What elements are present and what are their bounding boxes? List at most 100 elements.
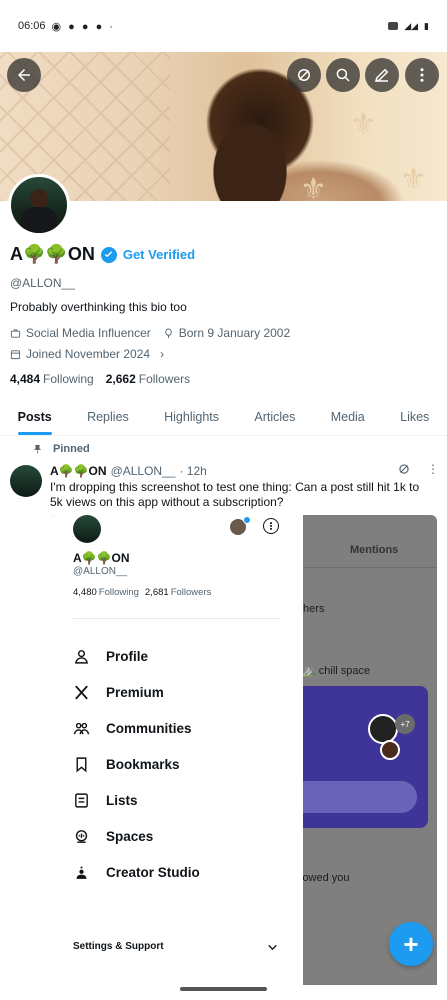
bg-avatar (368, 714, 398, 744)
bookmark-icon (76, 756, 87, 772)
add-account-icon (243, 516, 251, 524)
nfc-icon (388, 22, 399, 30)
post-header: A🌳🌳ON @ALLON__ · 12h (50, 464, 207, 478)
drawer-followers-link[interactable]: 2,681 Followers (145, 587, 211, 598)
menu-item-premium[interactable]: Premium (73, 674, 200, 710)
plus-icon: + (403, 928, 419, 959)
menu-item-label: Creator Studio (106, 864, 200, 880)
profile-name: A🌳🌳ON (10, 244, 95, 264)
pin-icon (33, 444, 42, 454)
drawer-follow-counts: 4,480 Following 2,681 Followers (73, 587, 211, 598)
menu-item-label: Premium (106, 684, 164, 700)
profile-category: Social Media Influencer (26, 326, 151, 340)
pinned-label: Pinned (53, 443, 90, 455)
gesture-nav-bar[interactable] (180, 987, 267, 991)
briefcase-icon (10, 328, 21, 338)
grok-icon (399, 464, 409, 474)
battery-icon: ▮ (424, 20, 429, 31)
profile-joined: Joined November 2024 (26, 347, 151, 361)
creator-studio-icon (76, 865, 87, 879)
search-button[interactable] (326, 58, 360, 92)
arrow-left-icon (18, 69, 30, 81)
drawer-handle: @ALLON__ (73, 566, 128, 577)
tab-articles[interactable]: Articles (237, 400, 313, 435)
post-more-icon[interactable]: ⋮ (427, 462, 439, 476)
bg-text-chill: ⛰️ chill space (302, 664, 370, 677)
tab-media[interactable]: Media (313, 400, 382, 435)
following-link[interactable]: 4,484 Following (10, 372, 94, 386)
following-count: 4,484 (10, 372, 41, 386)
fleur-icon: ⚜ (400, 163, 427, 196)
profile-avatar[interactable] (8, 174, 70, 236)
get-verified-link[interactable]: Get Verified (123, 247, 195, 262)
edit-button[interactable] (365, 58, 399, 92)
drawer-name: A🌳🌳ON (73, 551, 130, 565)
more-vertical-icon (420, 68, 424, 82)
list-icon (75, 792, 88, 808)
status-time: 06:06 (18, 20, 46, 32)
menu-item-lists[interactable]: Lists (73, 782, 200, 818)
compose-post-button[interactable]: + (389, 922, 433, 966)
bg-avatar-count: +7 (395, 714, 415, 734)
status-bar: 06:06 ◉ ● ● ● · ◢◢ ▮ (0, 0, 447, 52)
menu-item-label: Lists (106, 792, 138, 808)
profile-bio: Probably overthinking this bio too (10, 300, 187, 314)
menu-item-bookmarks[interactable]: Bookmarks (73, 746, 200, 782)
settings-support-toggle[interactable]: Settings & Support (73, 941, 164, 952)
bg-join-pill (300, 781, 417, 813)
post-author-name[interactable]: A🌳🌳ON (50, 464, 107, 478)
follow-counts: 4,484 Following 2,662 Followers (10, 372, 190, 386)
balloon-icon (165, 327, 172, 338)
profile-handle: @ALLON__ (10, 276, 75, 290)
person-icon (74, 649, 89, 664)
post-grok-button[interactable] (397, 462, 411, 481)
menu-item-label: Spaces (106, 828, 154, 844)
system-icons: ◢◢ ▮ (384, 21, 429, 32)
following-label: Following (43, 372, 94, 386)
post-avatar[interactable] (10, 465, 42, 497)
drawer-divider (73, 618, 280, 619)
post-text: I'm dropping this screenshot to test one… (50, 480, 420, 509)
drawer-followers-count: 2,681 (144, 587, 169, 598)
pencil-icon (374, 68, 389, 83)
tab-replies[interactable]: Replies (69, 400, 146, 435)
tab-posts[interactable]: Posts (0, 400, 69, 435)
grok-button[interactable] (287, 58, 321, 92)
post-time: · 12h (179, 464, 207, 478)
menu-item-label: Bookmarks (106, 756, 180, 772)
fleur-icon: ⚜ (300, 173, 327, 201)
calendar-icon (10, 349, 21, 359)
fleur-icon: ⚜ (350, 108, 377, 141)
drawer-more-button[interactable] (263, 518, 279, 534)
pinned-indicator: Pinned (32, 443, 90, 455)
profile-birthday: Born 9 January 2002 (178, 326, 291, 340)
menu-item-label: Communities (106, 720, 192, 736)
more-options-button[interactable] (405, 58, 439, 92)
drawer-followers-label: Followers (170, 587, 212, 598)
bg-chill-label: chill space (318, 665, 371, 677)
menu-item-profile[interactable]: Profile (73, 638, 200, 674)
profile-joined-row[interactable]: Joined November 2024 › (10, 347, 164, 361)
followers-count: 2,662 (105, 372, 136, 386)
menu-item-spaces[interactable]: Spaces (73, 818, 200, 854)
menu-item-creator-studio[interactable]: Creator Studio (73, 854, 200, 890)
back-button[interactable] (7, 58, 41, 92)
menu-item-communities[interactable]: Communities (73, 710, 200, 746)
grok-icon (298, 69, 310, 81)
profile-meta: Social Media Influencer Born 9 January 2… (10, 326, 290, 340)
drawer-following-label: Following (98, 587, 139, 598)
notification-icons: ◉ ● ● ● · (51, 20, 115, 33)
drawer-following-link[interactable]: 4,480 Following (73, 587, 139, 598)
drawer-menu: Profile Premium Communities Bookmarks Li… (73, 638, 200, 890)
profile-name-row: A🌳🌳ON Get Verified (10, 244, 195, 265)
more-vertical-icon (269, 522, 273, 530)
drawer-avatar[interactable] (73, 515, 101, 543)
tab-likes[interactable]: Likes (382, 400, 447, 435)
chevron-down-icon[interactable] (266, 941, 279, 959)
tab-highlights[interactable]: Highlights (146, 400, 236, 435)
bg-text-others: thers (300, 603, 325, 615)
followers-link[interactable]: 2,662 Followers (106, 372, 190, 386)
menu-item-label: Profile (106, 648, 149, 664)
drawer-following-count: 4,480 (73, 587, 97, 598)
verified-badge-icon (100, 246, 117, 263)
